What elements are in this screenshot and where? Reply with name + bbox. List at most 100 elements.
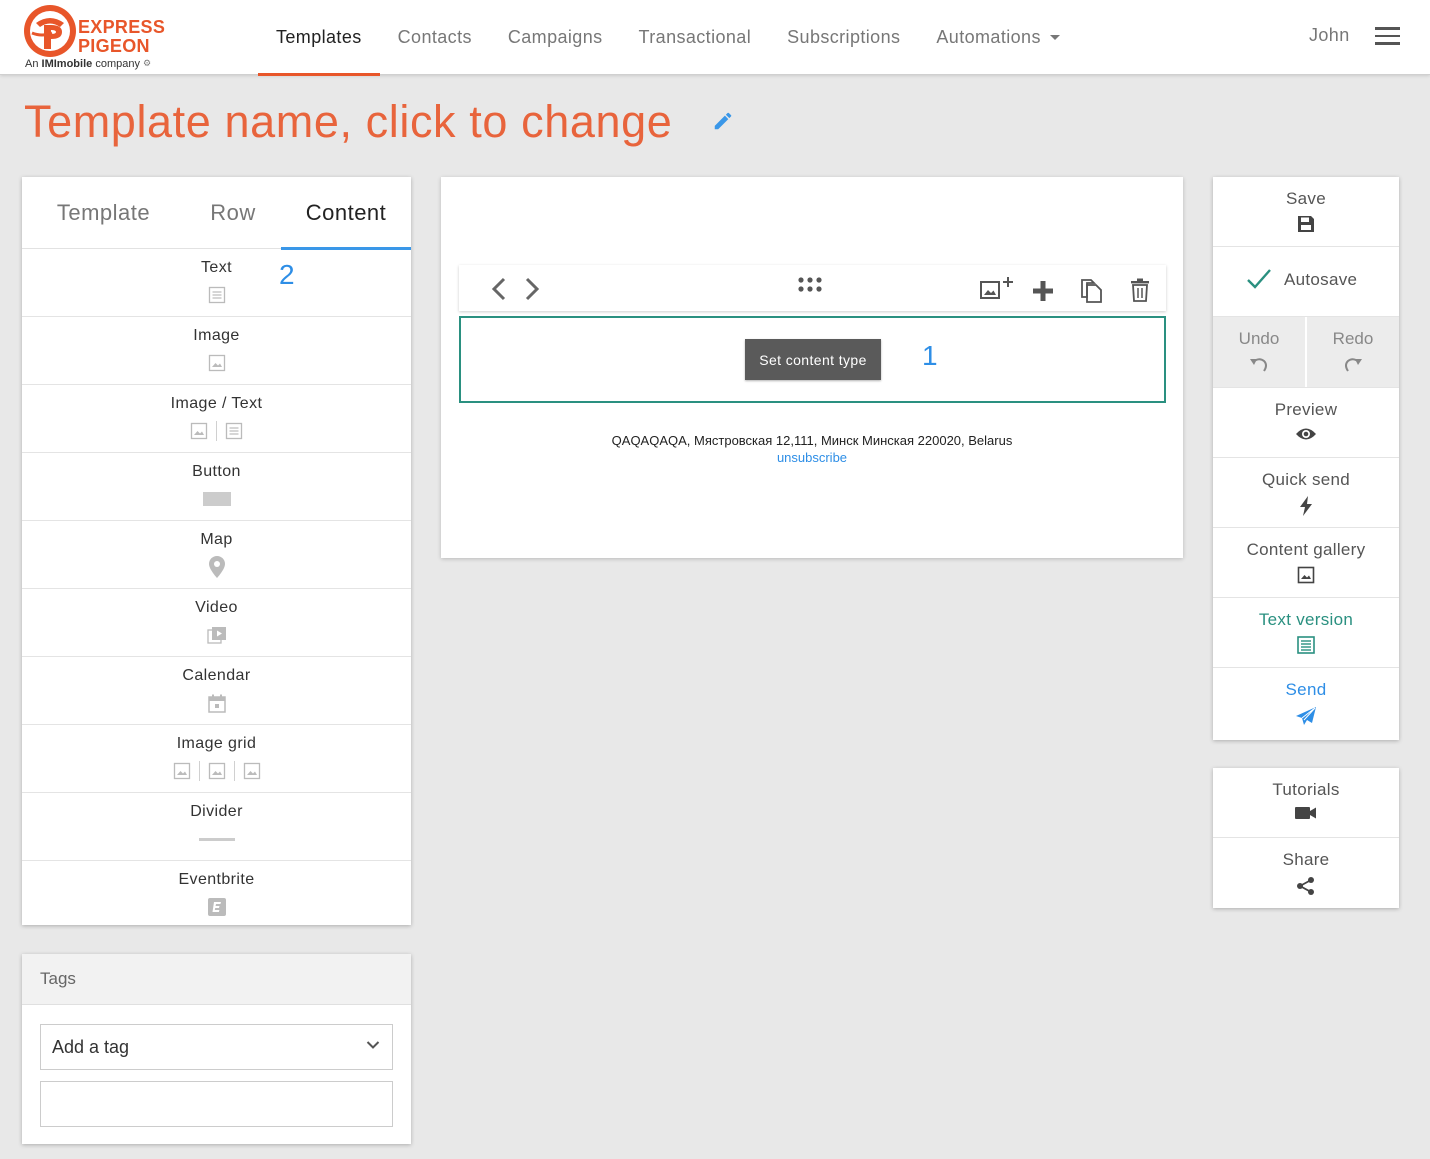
quick-send-button[interactable]: Quick send [1213,458,1399,528]
logo-sub-brand: IMImobile [41,58,93,70]
undo-redo-group: Undo Redo [1213,317,1399,388]
content-item-image-grid[interactable]: Image grid [22,725,411,793]
share-button[interactable]: Share [1213,838,1399,908]
tab-template[interactable]: Template [22,177,185,249]
content-item-image-text[interactable]: Image / Text [22,385,411,453]
logo-sub-prefix: An [25,58,39,70]
redo-button[interactable]: Redo [1307,317,1399,387]
undo-button[interactable]: Undo [1213,317,1307,387]
pencil-edit-icon[interactable] [712,110,734,132]
plus-icon[interactable] [1032,280,1054,302]
expresspigeon-logo[interactable]: EXPRESS PIGEON An IMImobile company ⚙ [22,3,166,73]
hamburger-icon[interactable] [1375,27,1400,45]
content-item-label: Text [201,259,232,276]
step-marker-2: 2 [279,259,295,290]
editor-tabs: Template Row Content [22,177,411,250]
nav-automations[interactable]: Automations [918,0,1077,75]
checkmark-icon [1247,269,1271,289]
tutorials-label: Tutorials [1272,780,1340,799]
logo-text-express: EXPRESS [78,17,166,37]
text-version-label: Text version [1258,610,1354,629]
selected-row[interactable]: Set content type 1 [459,316,1166,403]
quick-send-label: Quick send [1261,470,1351,489]
divider-icon [198,838,235,841]
text-icon [208,286,225,304]
nav-templates[interactable]: Templates [258,0,380,76]
preview-button[interactable]: Preview [1213,388,1399,458]
content-item-text[interactable]: Text 2 [22,249,411,317]
content-item-button[interactable]: Button [22,453,411,521]
actions-panel: Save Autosave Undo Redo Preview Quick se… [1213,177,1399,740]
content-gallery-button[interactable]: Content gallery [1213,528,1399,598]
nav-campaigns[interactable]: Campaigns [490,0,621,75]
save-button[interactable]: Save [1213,177,1399,247]
logo-text-pigeon: PIGEON [78,36,150,56]
gear-icon: ⚙ [143,58,152,68]
redo-icon [1345,358,1362,372]
content-item-map[interactable]: Map [22,521,411,589]
template-name-title[interactable]: Template name, click to change [24,96,672,148]
row-toolbar [459,265,1166,311]
content-item-label: Map [200,531,233,548]
help-panel: Tutorials Share [1213,768,1399,908]
nav-transactional[interactable]: Transactional [621,0,770,75]
nav-automations-label: Automations [936,27,1041,47]
tags-header: Tags [22,954,411,1005]
tag-input-field[interactable] [40,1081,393,1127]
video-icon [206,627,226,644]
image-icon [208,762,225,780]
add-tag-select-value: Add a tag [52,1036,130,1057]
nav-contacts-label: Contacts [397,27,472,47]
add-tag-select[interactable]: Add a tag [40,1024,393,1070]
tutorials-button[interactable]: Tutorials [1213,768,1399,838]
calendar-icon [207,694,226,713]
share-label: Share [1282,850,1330,869]
content-blocks-panel: Template Row Content Text 2 Image Image … [22,177,411,925]
nav-templates-label: Templates [276,27,362,47]
set-content-type-button[interactable]: Set content type [745,339,881,380]
tags-panel: Tags Add a tag [22,954,411,1144]
share-icon [1297,877,1314,895]
nav-subscriptions[interactable]: Subscriptions [769,0,918,75]
email-canvas: Set content type 1 QAQAQAQA, Мястровская… [441,177,1183,558]
step-marker-1: 1 [922,340,938,371]
chevron-left-icon[interactable] [490,277,508,301]
image-icon [208,354,225,372]
text-version-button[interactable]: Text version [1213,598,1399,668]
nav-transactional-label: Transactional [638,27,752,47]
footer-address: QAQAQAQA, Мястровская 12,111, Минск Минс… [611,433,1013,448]
redo-label: Redo [1332,329,1374,348]
icon-separator [216,421,217,441]
content-item-eventbrite[interactable]: Eventbrite [22,861,411,929]
content-item-divider[interactable]: Divider [22,793,411,861]
nav-contacts[interactable]: Contacts [380,0,490,75]
trash-icon[interactable] [1130,278,1150,302]
paper-plane-icon [1296,707,1316,725]
tab-content[interactable]: Content [281,177,411,250]
content-item-label: Divider [190,803,243,820]
chevron-right-icon[interactable] [523,277,541,301]
user-name[interactable]: John [1309,25,1350,46]
autosave-toggle[interactable]: Autosave [1213,247,1399,317]
pigeon-logo-icon [24,5,76,57]
chevron-down-icon [366,1041,380,1049]
content-item-label: Image / Text [170,395,263,412]
content-item-label: Button [192,463,241,480]
duplicate-icon[interactable] [1079,278,1103,304]
undo-icon [1250,358,1267,372]
preview-label: Preview [1274,400,1338,419]
icon-separator [233,761,235,781]
icon-separator [198,761,200,781]
add-image-icon[interactable] [979,276,1015,302]
unsubscribe-link[interactable]: unsubscribe [441,450,1183,465]
text-list-icon [1297,636,1315,654]
tab-row[interactable]: Row [185,177,281,249]
content-item-label: Image grid [176,735,257,752]
content-item-calendar[interactable]: Calendar [22,657,411,725]
map-pin-icon [208,556,225,578]
send-button[interactable]: Send [1213,668,1399,738]
content-item-video[interactable]: Video [22,589,411,657]
content-item-image[interactable]: Image [22,317,411,385]
button-icon [202,492,231,506]
drag-handle-icon[interactable] [797,276,823,294]
